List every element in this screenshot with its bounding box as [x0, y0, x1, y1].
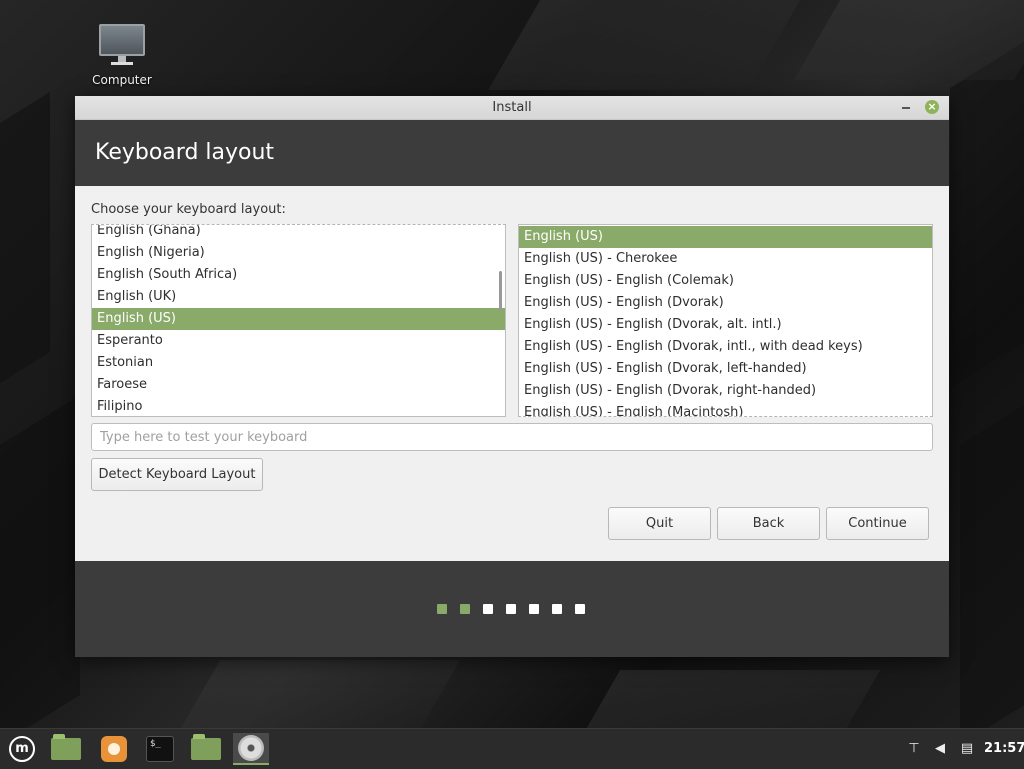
variant-list-item[interactable]: English (US) - English (Dvorak) [519, 292, 932, 314]
variant-list-item[interactable]: English (US) [519, 226, 932, 248]
desktop-icon-label: Computer [92, 73, 152, 87]
progress-step-dot [460, 604, 470, 614]
progress-step-dot [437, 604, 447, 614]
layout-list-item[interactable]: English (Ghana) [92, 225, 505, 242]
keyboard-test-input[interactable] [91, 423, 933, 451]
installer-disc-icon[interactable] [233, 733, 269, 765]
variant-list-item[interactable]: English (US) - English (Macintosh) [519, 402, 932, 416]
variant-list-item[interactable]: English (US) - English (Dvorak, right-ha… [519, 380, 932, 402]
firefox-icon[interactable] [96, 733, 132, 765]
variant-list-item[interactable]: English (US) - Cherokee [519, 248, 932, 270]
volume-icon[interactable]: ◀ [932, 741, 948, 757]
page-header: Keyboard layout [75, 120, 949, 186]
progress-step-dot [483, 604, 493, 614]
back-button[interactable]: Back [717, 507, 820, 540]
layout-list-item[interactable]: Faroese [92, 374, 505, 396]
network-icon[interactable]: ⊤ [906, 741, 922, 757]
variant-list-item[interactable]: English (US) - English (Colemak) [519, 270, 932, 292]
layout-prompt: Choose your keyboard layout: [91, 202, 286, 217]
layout-list[interactable]: English (Ghana) English (Nigeria) English … [91, 224, 506, 417]
progress-step-dot [529, 604, 539, 614]
clock[interactable]: 21:57 [984, 729, 1024, 769]
quit-button[interactable]: Quit [608, 507, 711, 540]
variant-list[interactable]: English (US) English (US) - Cherokee Engli… [518, 224, 933, 417]
window-titlebar[interactable]: Install × [75, 96, 949, 120]
progress-footer [75, 561, 949, 657]
monitor-icon [99, 24, 145, 56]
mint-menu-icon[interactable]: m [4, 733, 40, 765]
clipboard-icon[interactable]: ▤ [959, 741, 975, 757]
desktop-computer-icon[interactable]: Computer [84, 24, 160, 87]
layout-list-item[interactable]: Esperanto [92, 330, 505, 352]
progress-step-dot [575, 604, 585, 614]
close-icon[interactable]: × [925, 100, 939, 114]
progress-step-dot [506, 604, 516, 614]
taskbar: m $_ ⊤ ◀ ▤ 21:57 [0, 728, 1024, 769]
files-icon[interactable] [48, 733, 84, 765]
layout-list-item[interactable]: Estonian [92, 352, 505, 374]
variant-list-item[interactable]: English (US) - English (Dvorak, alt. int… [519, 314, 932, 336]
layout-list-item[interactable]: English (UK) [92, 286, 505, 308]
variant-list-item[interactable]: English (US) - English (Dvorak, intl., w… [519, 336, 932, 358]
terminal-icon[interactable]: $_ [142, 733, 178, 765]
layout-list-scrollbar[interactable] [499, 271, 502, 311]
layout-list-item[interactable]: English (Nigeria) [92, 242, 505, 264]
layout-list-item[interactable]: Filipino [92, 396, 505, 416]
progress-step-dot [552, 604, 562, 614]
continue-button[interactable]: Continue [826, 507, 929, 540]
window-title: Install [492, 100, 532, 115]
variant-list-item[interactable]: English (US) - English (Dvorak, left-han… [519, 358, 932, 380]
page-title: Keyboard layout [95, 140, 275, 165]
minimize-icon[interactable] [901, 101, 913, 113]
detect-layout-button[interactable]: Detect Keyboard Layout [91, 458, 263, 491]
folder-icon[interactable] [188, 733, 224, 765]
layout-list-item[interactable]: English (US) [92, 308, 505, 330]
installer-window: Install × Keyboard layout Choose your ke… [75, 96, 949, 657]
layout-list-item[interactable]: English (South Africa) [92, 264, 505, 286]
content-area: Choose your keyboard layout: English (Gh… [75, 186, 949, 561]
